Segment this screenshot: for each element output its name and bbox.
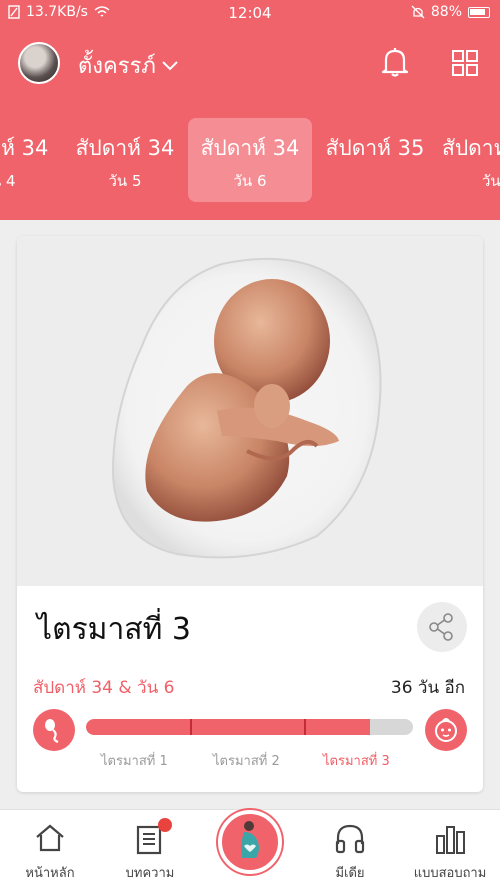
tab-media[interactable]: มีเดีย [300,810,400,889]
chevron-down-icon [162,60,178,70]
day-label: วัน 6 [233,172,267,190]
week-item[interactable]: สัปดาห์ 34 วัน 5 [66,118,184,202]
day-label: วัน 5 [108,172,142,190]
tab-label: มีเดีย [335,866,365,881]
day-label: วัน 4 [0,172,16,190]
home-icon [36,824,64,852]
days-remaining: 36 วัน อีก [390,678,465,698]
share-button[interactable] [417,602,467,652]
headphones-icon [335,824,365,854]
avatar[interactable] [18,42,60,84]
grid-menu-icon[interactable] [452,50,478,76]
tab-label: แบบสอบถาม [413,866,487,881]
week-item[interactable]: สัปดาห์ 35 [316,118,434,202]
bell-icon[interactable] [380,46,410,78]
trimester-1-label: ไตรมาสที่ 1 [101,754,168,769]
battery-icon [468,6,490,18]
trimester-2-label: ไตรมาสที่ 2 [213,754,280,769]
current-week-day: สัปดาห์ 34 & วัน 6 [33,678,175,698]
trimester-title: ไตรมาสที่ 3 [37,612,192,647]
mute-bell-icon [411,5,425,19]
battery-percent: 88% [430,4,462,20]
day-label: วัน [482,172,500,190]
trimester-divider [304,719,306,735]
progress-fill [86,719,371,735]
week-item-selected[interactable]: สัปดาห์ 34 วัน 6 [188,118,312,202]
week-label: สัปดาห์ 34 [200,136,300,160]
pregnancy-icon [241,821,259,858]
status-right: 88% [411,4,490,20]
baby-face-icon [425,709,467,751]
trimester-3-label: ไตรมาสที่ 3 [323,754,390,769]
week-label: สัปดาห์ 34 [75,136,175,160]
trimester-divider [190,719,192,735]
tab-home[interactable]: หน้าหลัก [0,810,100,889]
tab-label: หน้าหลัก [25,866,75,881]
fetus-image [17,236,483,586]
pregnancy-center-button[interactable] [218,810,282,874]
profile-switcher[interactable]: ตั้งครรภ์ [78,48,178,83]
week-selector[interactable]: สัปดาห์ 34 วัน 4 สัปดาห์ 34 วัน 5 สัปดาห… [0,118,500,202]
week-label: สัปดาห์ 35 [442,136,500,160]
tab-label: บทความ [125,866,175,881]
week-label: สัปดาห์ 35 [325,136,425,160]
chart-icon [436,826,465,854]
username: ตั้งครรภ์ [78,54,156,79]
notification-badge [158,818,172,832]
status-bar: 13.7KB/s 12:04 88% [0,0,500,26]
tab-articles[interactable]: บทความ [100,810,200,889]
week-item[interactable]: สัปดาห์ 35 วัน [442,118,500,202]
header: ตั้งครรภ์ สัปดาห์ 34 วัน 4 สัปดาห์ 34 วั… [0,26,500,220]
sperm-icon [33,709,75,751]
pregnancy-progress-bar [86,719,413,735]
week-item[interactable]: สัปดาห์ 34 วัน 4 [0,118,58,202]
share-icon [429,613,453,641]
week-label: สัปดาห์ 34 [0,136,49,160]
tab-survey[interactable]: แบบสอบถาม [400,810,500,889]
pregnancy-card: ไตรมาสที่ 3 สัปดาห์ 34 & วัน 6 36 วัน อี… [17,236,483,792]
